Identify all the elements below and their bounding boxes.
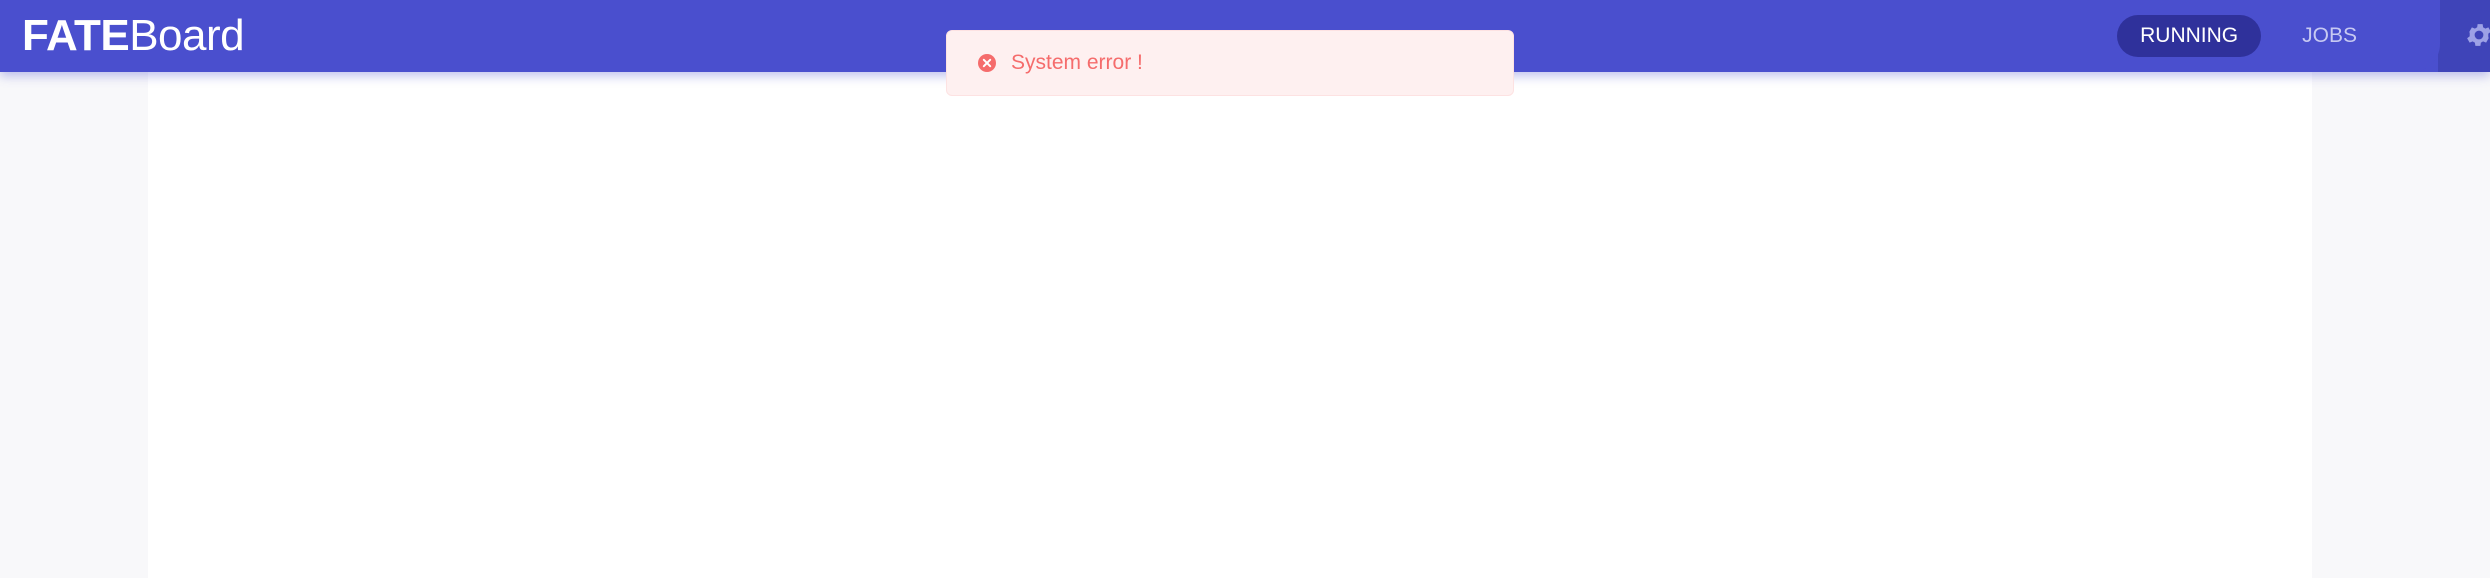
error-message: System error ! [1011, 51, 1143, 74]
tab-jobs[interactable]: JOBS [2279, 15, 2380, 57]
logo-light-text: Board [129, 11, 245, 60]
error-circle-icon [978, 54, 996, 72]
gear-icon[interactable] [2464, 20, 2490, 50]
logo-bold-text: FATE [22, 11, 130, 60]
main-nav: RUNNING JOBS [2117, 15, 2380, 57]
error-toast: System error ! [946, 30, 1514, 96]
main-content-area [148, 72, 2312, 578]
tab-running[interactable]: RUNNING [2117, 15, 2262, 57]
settings-panel [2410, 0, 2490, 72]
app-logo[interactable]: FATEBoard [22, 0, 245, 72]
